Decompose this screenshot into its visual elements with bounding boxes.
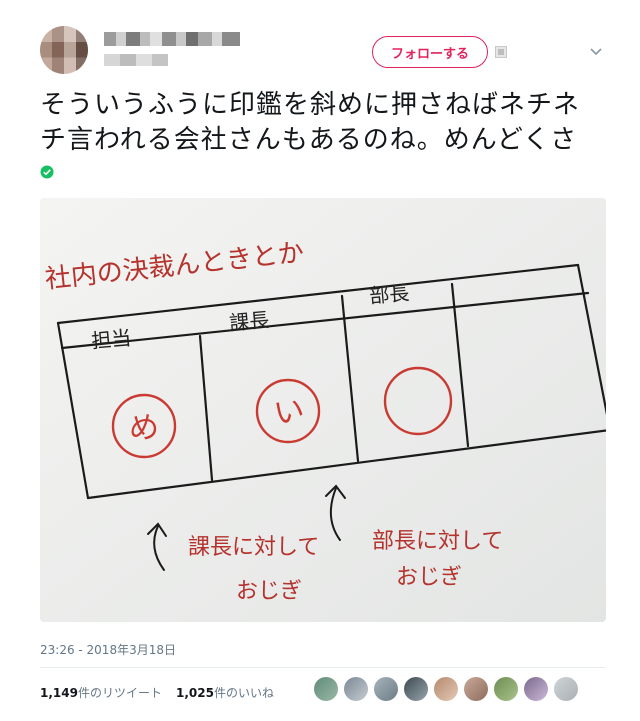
chevron-down-icon[interactable] xyxy=(588,43,604,59)
tweet-text-line-2: チ言われる会社さんもあるのね。めんどくさ xyxy=(40,125,578,155)
tweet-text: そういうふうに印鑑を斜めに押さねばネチネ チ言われる会社さんもあるのね。めんどく… xyxy=(40,88,615,158)
check-circle-icon xyxy=(40,165,54,179)
like-count: 1,025 xyxy=(175,686,214,700)
divider xyxy=(40,667,606,668)
liker-avatar[interactable] xyxy=(434,677,458,701)
header-buchou: 部長 xyxy=(368,281,410,308)
liker-avatars xyxy=(314,677,578,701)
liker-avatar[interactable] xyxy=(494,677,518,701)
liker-avatar[interactable] xyxy=(404,677,428,701)
avatar[interactable] xyxy=(40,26,88,74)
like-label: 件のいいね xyxy=(213,686,274,700)
stamp-char-kachou: い xyxy=(271,392,307,432)
follow-button[interactable]: フォローする xyxy=(372,36,488,68)
photo-drawing: 社内の決裁んときとか 担当 課長 部長 め い 課長に対して おじぎ 部長に対し… xyxy=(40,198,606,622)
annotation-left-line1: 課長に対して xyxy=(188,535,319,560)
liker-avatar[interactable] xyxy=(524,677,548,701)
liker-avatar[interactable] xyxy=(314,677,338,701)
retweet-count: 1,149 xyxy=(40,686,78,700)
like-stat[interactable]: 1,025件のいいね xyxy=(176,684,274,701)
tweet-photo[interactable]: 社内の決裁んときとか 担当 課長 部長 め い 課長に対して おじぎ 部長に対し… xyxy=(40,198,606,622)
annotation-right-line2: おじぎ xyxy=(396,565,462,590)
display-name-pixelated[interactable] xyxy=(104,32,240,46)
image-icon xyxy=(495,46,507,58)
liker-avatar[interactable] xyxy=(554,677,578,701)
header-tantou: 担当 xyxy=(90,326,132,353)
annotation-right-line1: 部長に対して xyxy=(372,529,503,554)
header-kachou: 課長 xyxy=(228,308,270,335)
annotation-left-line2: おじぎ xyxy=(236,579,302,604)
stamp-char-tantou: め xyxy=(129,411,159,446)
liker-avatar[interactable] xyxy=(464,677,488,701)
engagement-stats: 1,149件のリツイート 1,025件のいいね xyxy=(40,684,274,701)
retweet-label: 件のリツイート xyxy=(77,686,162,700)
liker-avatar[interactable] xyxy=(344,677,368,701)
liker-avatar[interactable] xyxy=(374,677,398,701)
retweet-stat[interactable]: 1,149件のリツイート xyxy=(40,684,162,701)
tweet-text-line-1: そういうふうに印鑑を斜めに押さねばネチネ xyxy=(40,90,581,120)
username-pixelated[interactable] xyxy=(104,54,168,66)
tweet-timestamp[interactable]: 23:26 - 2018年3月18日 xyxy=(40,641,176,658)
